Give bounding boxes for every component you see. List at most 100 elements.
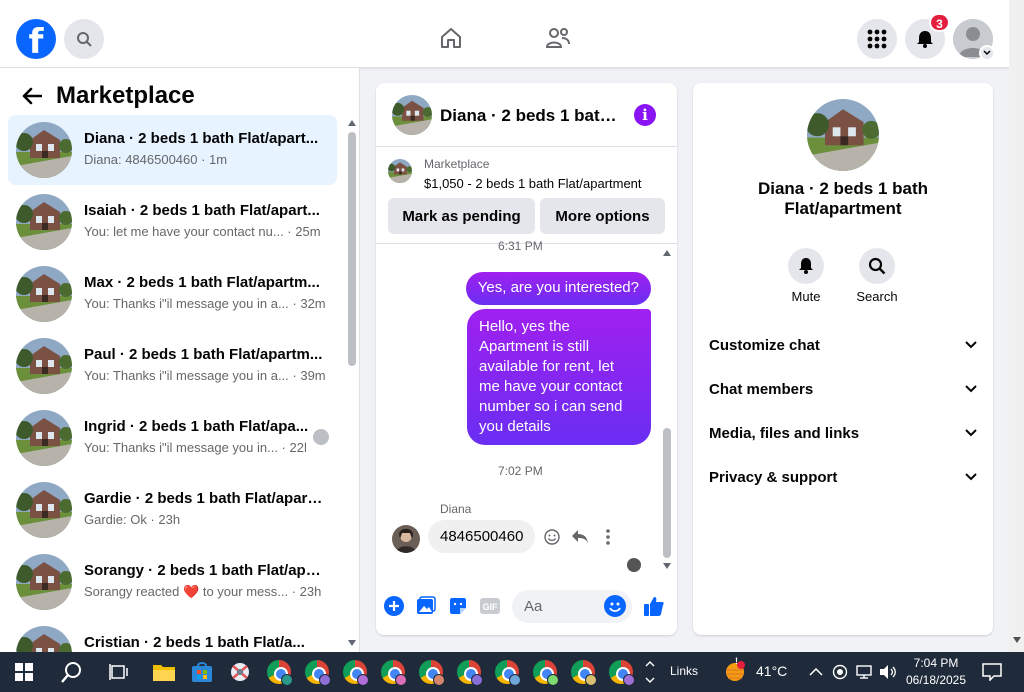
search-conversation-button[interactable]: Search — [842, 248, 912, 304]
outgoing-message[interactable]: Hello, yes the Apartment is still availa… — [467, 309, 651, 445]
snipping-tool-icon[interactable] — [228, 660, 252, 684]
media-files-links-section[interactable]: Media, files and links — [709, 413, 977, 453]
mute-button[interactable]: Mute — [771, 248, 841, 304]
conversation-item-sorangy[interactable]: Sorangy · 2 beds 1 bath Flat/apa... Sora… — [8, 547, 337, 617]
chrome-profile-icon[interactable] — [419, 660, 445, 686]
chat-header: Diana · 2 beds 1 bath Flat/apartment i — [376, 83, 677, 147]
search-icon — [76, 31, 92, 47]
scroll-up-arrow[interactable] — [348, 120, 356, 126]
scroll-down-arrow[interactable] — [1013, 637, 1021, 643]
temperature-readout[interactable]: 41°C — [756, 663, 787, 679]
chat-window: Diana · 2 beds 1 bath Flat/apartment i M… — [376, 83, 677, 635]
clock[interactable]: 7:04 PM 06/18/2025 — [900, 655, 972, 689]
marketplace-inbox-sidebar: Marketplace Diana · 2 beds 1 bath Flat/a… — [0, 68, 360, 652]
clock-date: 06/18/2025 — [905, 673, 967, 687]
outgoing-message[interactable]: Yes, are you interested? — [465, 272, 651, 305]
chrome-profile-icon[interactable] — [267, 660, 293, 686]
preview-text: to your mess... · 23h — [202, 584, 322, 599]
store-icon[interactable] — [190, 660, 214, 684]
more-actions-icon[interactable] — [598, 527, 618, 547]
sidebar-scrollbar[interactable] — [344, 118, 359, 650]
file-explorer-icon[interactable] — [152, 660, 176, 684]
privacy-support-section[interactable]: Privacy & support — [709, 457, 977, 497]
customize-chat-section[interactable]: Customize chat — [709, 325, 977, 365]
info-listing-thumbnail[interactable] — [807, 99, 879, 171]
show-hidden-icons-chevron-up-icon[interactable] — [806, 660, 826, 684]
search-button[interactable] — [64, 19, 104, 59]
facebook-logo[interactable]: f — [16, 19, 56, 59]
chrome-profile-icon[interactable] — [343, 660, 369, 686]
conversation-item-gardie[interactable]: Gardie · 2 beds 1 bath Flat/apart... Gar… — [8, 475, 337, 545]
chrome-profile-icon[interactable] — [381, 660, 407, 686]
info-icon[interactable]: i — [634, 104, 656, 126]
react-emoji-icon[interactable] — [542, 527, 562, 547]
scrollbar-thumb[interactable] — [348, 132, 356, 366]
chat-listing-thumbnail[interactable] — [392, 95, 432, 135]
message-input[interactable]: Aa — [512, 590, 632, 623]
conversation-name: Diana · 2 beds 1 bath Flat/apart... — [84, 130, 319, 147]
taskbar-search-icon[interactable] — [60, 660, 84, 684]
chrome-profile-icon[interactable] — [457, 660, 483, 686]
task-view-icon[interactable] — [107, 660, 131, 684]
scroll-up-arrow[interactable] — [663, 250, 671, 256]
emoji-icon[interactable] — [604, 595, 626, 617]
conversation-name: Sorangy · 2 beds 1 bath Flat/apa... — [84, 562, 324, 579]
chevron-down-icon — [965, 385, 977, 393]
conversation-item-cristian[interactable]: Cristian · 2 beds 1 bath Flat/a... — [8, 619, 337, 652]
conversation-preview: You: Thanks i"il message you in... · 22h — [84, 440, 306, 455]
listing-thumbnail — [16, 554, 72, 610]
conversation-item-max[interactable]: Max · 2 beds 1 bath Flat/apartm... You: … — [8, 259, 337, 329]
scroll-down-arrow[interactable] — [348, 640, 356, 646]
reply-icon[interactable] — [570, 527, 590, 547]
account-chevron-down-icon[interactable] — [979, 45, 995, 61]
conversation-item-isaiah[interactable]: Isaiah · 2 beds 1 bath Flat/apart... You… — [8, 187, 337, 257]
menu-button[interactable] — [857, 19, 897, 59]
conversation-item-diana[interactable]: Diana · 2 beds 1 bath Flat/apart... Dian… — [8, 115, 337, 185]
plus-icon[interactable] — [383, 595, 405, 617]
network-icon[interactable] — [854, 660, 874, 684]
chrome-profile-icon[interactable] — [533, 660, 559, 686]
friends-icon[interactable] — [544, 24, 572, 52]
chrome-profile-icon[interactable] — [571, 660, 597, 686]
home-icon[interactable] — [437, 24, 465, 52]
notification-center-icon[interactable] — [980, 660, 1004, 684]
conversation-item-paul[interactable]: Paul · 2 beds 1 bath Flat/apartm... You:… — [8, 331, 337, 401]
chrome-profile-icon[interactable] — [609, 660, 635, 686]
sidebar-header: Marketplace — [20, 82, 195, 110]
gif-icon[interactable]: GIF — [479, 595, 501, 617]
weather-alert-badge: ! — [735, 656, 738, 666]
sticker-icon[interactable] — [447, 595, 469, 617]
back-arrow-icon[interactable] — [20, 84, 44, 108]
more-options-button[interactable]: More options — [540, 198, 665, 234]
links-toolbar-label[interactable]: Links — [670, 664, 698, 678]
taskbar-overflow-chevrons-icon[interactable] — [642, 660, 658, 684]
heart-reaction-icon: ❤️ — [183, 584, 200, 599]
conversation-item-ingrid[interactable]: Ingrid · 2 beds 1 bath Flat/apa... You: … — [8, 403, 337, 473]
sender-name: Diana — [440, 502, 472, 516]
conversation-name: Isaiah · 2 beds 1 bath Flat/apart... — [84, 202, 320, 219]
record-status-icon[interactable] — [830, 660, 850, 684]
grid-menu-icon — [867, 29, 887, 49]
chrome-profile-icon[interactable] — [305, 660, 331, 686]
chat-title[interactable]: Diana · 2 beds 1 bath Flat/apartment — [440, 106, 620, 126]
mark-as-pending-button[interactable]: Mark as pending — [388, 198, 535, 234]
section-label: Media, files and links — [709, 424, 860, 442]
volume-icon[interactable] — [878, 660, 898, 684]
chrome-profile-icon[interactable] — [495, 660, 521, 686]
conversation-name: Cristian · 2 beds 1 bath Flat/a... — [84, 634, 305, 651]
photo-icon[interactable] — [415, 595, 437, 617]
window-scrollbar[interactable] — [1009, 0, 1024, 652]
search-icon — [859, 248, 895, 284]
listing-mini-thumbnail[interactable] — [388, 159, 412, 183]
like-thumbs-up-icon[interactable] — [643, 595, 665, 617]
sender-avatar[interactable] — [392, 525, 420, 553]
conversation-preview: You: Thanks i"il message you in a... · 3… — [84, 296, 326, 311]
listing-price[interactable]: $1,050 - 2 beds 1 bath Flat/apartment — [424, 176, 642, 191]
scrollbar-thumb[interactable] — [663, 428, 671, 558]
search-label: Search — [856, 289, 898, 304]
conversation-preview: You: Thanks i"il message you in a... · 3… — [84, 368, 326, 383]
scroll-down-arrow[interactable] — [663, 563, 671, 569]
chat-members-section[interactable]: Chat members — [709, 369, 977, 409]
incoming-message[interactable]: 4846500460 — [428, 520, 536, 553]
windows-start-icon[interactable] — [12, 660, 36, 684]
